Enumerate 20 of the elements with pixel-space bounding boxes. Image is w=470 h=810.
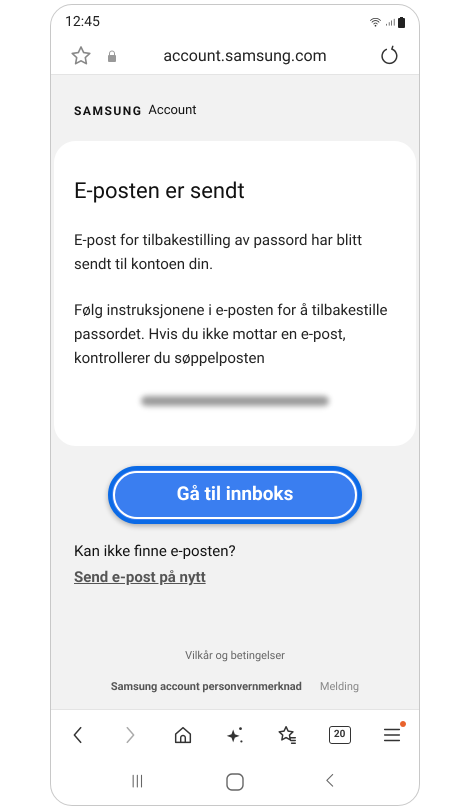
- terms-link[interactable]: Vilkår og betingelser: [185, 648, 285, 664]
- home-button-icon[interactable]: [226, 773, 244, 791]
- footer-link[interactable]: Samsung account personvernmerknad: [110, 678, 302, 695]
- signal-icon: [385, 16, 395, 28]
- brand-product: Account: [148, 102, 197, 120]
- wifi-icon: [369, 16, 382, 28]
- url-text[interactable]: account.samsung.com: [117, 44, 379, 68]
- star-icon[interactable]: [69, 44, 93, 68]
- brand-logo: SAMSUNG: [74, 102, 142, 120]
- card-paragraph: E-post for tilbakestilling av passord har blitt sendt til kontoen din.: [74, 230, 363, 274]
- card-title: E-posten er sendt: [74, 178, 246, 206]
- battery-icon: [398, 16, 405, 28]
- bookmarks-icon[interactable]: [276, 724, 298, 746]
- resend-email-link[interactable]: Send e-post på nytt: [74, 566, 206, 588]
- lock-icon: [107, 50, 117, 62]
- go-to-inbox-button[interactable]: Gå til innboks: [108, 466, 362, 524]
- help-question: Kan ikke finne e-posten?: [74, 540, 237, 562]
- status-time: 12:45: [65, 12, 100, 32]
- card-paragraph: Følg instruksjonene i e-posten for å tilbakestille passordet. Hvis du ikke mottar en e-post, kontrollerer du søppelposten: [74, 300, 388, 368]
- tabs-button[interactable]: 20: [328, 726, 351, 744]
